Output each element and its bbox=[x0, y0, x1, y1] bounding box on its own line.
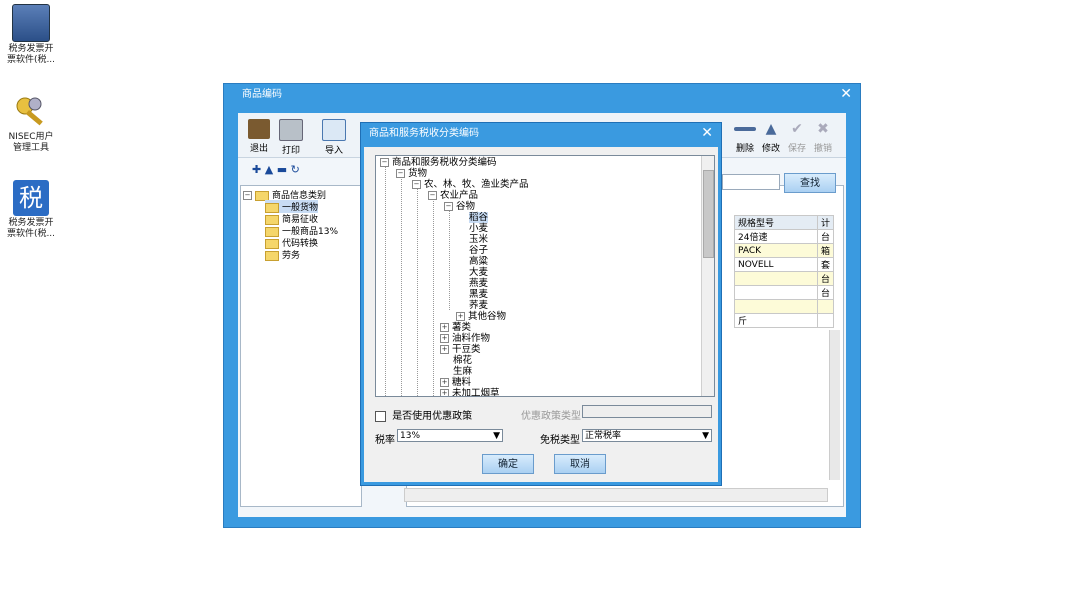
refresh-icon[interactable]: ↻ bbox=[291, 163, 300, 176]
grid-scrollbar[interactable] bbox=[829, 330, 840, 480]
table-row[interactable]: 台 bbox=[734, 271, 835, 286]
column-header[interactable]: 规格型号 bbox=[734, 215, 818, 230]
tree-scrollbar[interactable] bbox=[701, 156, 714, 396]
add-icon[interactable]: ✚ bbox=[252, 163, 261, 176]
folder-icon bbox=[265, 214, 279, 225]
tree-node-leaf[interactable]: 稻谷 bbox=[469, 212, 489, 223]
folder-icon bbox=[265, 226, 279, 237]
tree-node-leaf[interactable]: 燕麦 bbox=[469, 278, 488, 289]
tree-node[interactable]: + 薯类 bbox=[440, 322, 471, 333]
category-item[interactable]: 劳务 bbox=[265, 248, 300, 261]
x-icon: ✖ bbox=[817, 121, 829, 137]
tree-node-leaf[interactable]: 玉米 bbox=[469, 234, 488, 245]
tree-node-leaf[interactable]: 大麦 bbox=[469, 267, 488, 278]
table-row[interactable]: 台 bbox=[734, 285, 835, 300]
window-title: 商品编码 bbox=[242, 89, 282, 100]
tree-node[interactable]: + 干豆类 bbox=[440, 344, 481, 355]
table-row[interactable]: PACK 箱 bbox=[734, 243, 835, 258]
tree-node-goods[interactable]: − 货物 bbox=[396, 168, 427, 179]
dialog-body: − 商品和服务税收分类编码 − 货物 − 农、林、牧、渔业类产品 − 农业产品 − 谷物 … bbox=[364, 147, 718, 482]
ok-button[interactable]: 确定 bbox=[482, 454, 534, 474]
category-code-tree: − 商品和服务税收分类编码 − 货物 − 农、林、牧、渔业类产品 − 农业产品 − 谷物 … bbox=[375, 155, 715, 397]
desktop-icon-label: 税务发票开 票软件(税... bbox=[6, 218, 56, 239]
exempt-type-select[interactable]: 正常税率 ▼ bbox=[582, 429, 712, 442]
table-icon bbox=[322, 119, 346, 141]
tree-node-other-grain[interactable]: + 其他谷物 bbox=[456, 311, 506, 322]
tree-node-farm[interactable]: − 农业产品 bbox=[428, 190, 478, 201]
column-header[interactable]: 计 bbox=[816, 215, 835, 230]
close-icon[interactable]: ✕ bbox=[701, 125, 713, 141]
exit-button[interactable]: 退出 bbox=[242, 119, 276, 154]
cancel-button[interactable]: ✖ 撤销 bbox=[806, 119, 840, 154]
triangle-icon: ▲ bbox=[765, 121, 777, 137]
up-icon[interactable]: ▲ bbox=[265, 163, 273, 176]
folder-icon bbox=[265, 250, 279, 261]
desktop-icon-label: 税务发票开 票软件(税... bbox=[6, 44, 56, 65]
minus-icon[interactable]: ▬ bbox=[277, 163, 287, 176]
printer-icon bbox=[279, 119, 303, 141]
folder-icon bbox=[255, 190, 269, 201]
tree-node[interactable]: 棉花 bbox=[453, 355, 472, 366]
tree-node-leaf[interactable]: 荞麦 bbox=[469, 300, 488, 311]
tree-node-agri[interactable]: − 农、林、牧、渔业类产品 bbox=[412, 179, 529, 190]
tree-node-leaf[interactable]: 高粱 bbox=[469, 256, 488, 267]
chevron-down-icon: ▼ bbox=[702, 431, 709, 441]
check-icon: ✔ bbox=[791, 121, 803, 137]
tax-category-dialog: 商品和服务税收分类编码 ✕ − 商品和服务税收分类编码 − 货物 − 农、林、牧、渔业… bbox=[360, 122, 722, 486]
category-tree: − 商品信息类别 一般货物 简易征收 一般商品13% 代码转换 劳务 bbox=[240, 185, 362, 507]
preferential-type-label: 优惠政策类型 bbox=[521, 411, 581, 422]
keys-icon bbox=[13, 94, 49, 130]
use-preferential-checkbox[interactable]: 是否使用优惠政策 bbox=[375, 407, 472, 422]
search-input[interactable] bbox=[722, 174, 780, 190]
minus-icon bbox=[734, 127, 756, 131]
tax-rate-label: 税率 bbox=[375, 435, 395, 446]
desktop-icon-nisec-user-tool[interactable]: NISEC用户 管理工具 bbox=[0, 94, 66, 154]
dialog-title: 商品和服务税收分类编码 bbox=[369, 128, 479, 139]
product-grid: 规格型号 计 24倍速台 PACK 箱 NOVELL 套 台 台 斤 bbox=[734, 215, 835, 328]
search-button[interactable]: 查找 bbox=[784, 173, 836, 193]
tree-node[interactable]: + 未加工烟草 bbox=[440, 388, 500, 396]
chevron-down-icon: ▼ bbox=[493, 431, 500, 441]
table-row[interactable]: 斤 bbox=[734, 313, 835, 328]
tree-node-grain[interactable]: − 谷物 bbox=[444, 201, 475, 212]
desktop-icon-invoice-software-2[interactable]: 税 税务发票开 票软件(税... bbox=[0, 180, 66, 240]
desktop-icon-label: NISEC用户 管理工具 bbox=[8, 132, 54, 153]
tree-node-root[interactable]: − 商品和服务税收分类编码 bbox=[380, 157, 497, 168]
tax-rate-select[interactable]: 13% ▼ bbox=[397, 429, 503, 442]
horizontal-scrollbar[interactable] bbox=[404, 488, 828, 502]
exempt-type-label: 免税类型 bbox=[540, 435, 580, 446]
tree-node[interactable]: + 油料作物 bbox=[440, 333, 490, 344]
tree-node-leaf[interactable]: 黑麦 bbox=[469, 289, 488, 300]
folder-icon bbox=[265, 202, 279, 213]
preferential-type-select[interactable] bbox=[582, 405, 712, 418]
tree-node[interactable]: + 糖料 bbox=[440, 377, 471, 388]
scrollbar-thumb[interactable] bbox=[703, 170, 714, 258]
table-row[interactable]: NOVELL 套 bbox=[734, 257, 835, 272]
checkbox-icon[interactable] bbox=[375, 410, 386, 422]
folder-icon bbox=[265, 238, 279, 249]
tree-node-leaf[interactable]: 小麦 bbox=[469, 223, 488, 234]
print-button[interactable]: 打印 bbox=[274, 119, 308, 156]
door-icon bbox=[248, 119, 270, 139]
computer-icon bbox=[12, 4, 50, 42]
close-icon[interactable]: ✕ bbox=[840, 86, 852, 102]
table-row[interactable] bbox=[734, 299, 835, 314]
desktop-icon-invoice-software[interactable]: 税务发票开 票软件(税... bbox=[0, 4, 66, 66]
tree-node-leaf[interactable]: 谷子 bbox=[469, 245, 488, 256]
tree-node[interactable]: 生麻 bbox=[453, 366, 472, 377]
tax-logo-icon: 税 bbox=[13, 180, 49, 216]
table-row[interactable]: 24倍速台 bbox=[734, 229, 835, 244]
cancel-button[interactable]: 取消 bbox=[554, 454, 606, 474]
import-button[interactable]: 导入 bbox=[317, 119, 351, 156]
tree-toolbar: ✚ ▲ ▬ ↻ bbox=[252, 163, 300, 176]
